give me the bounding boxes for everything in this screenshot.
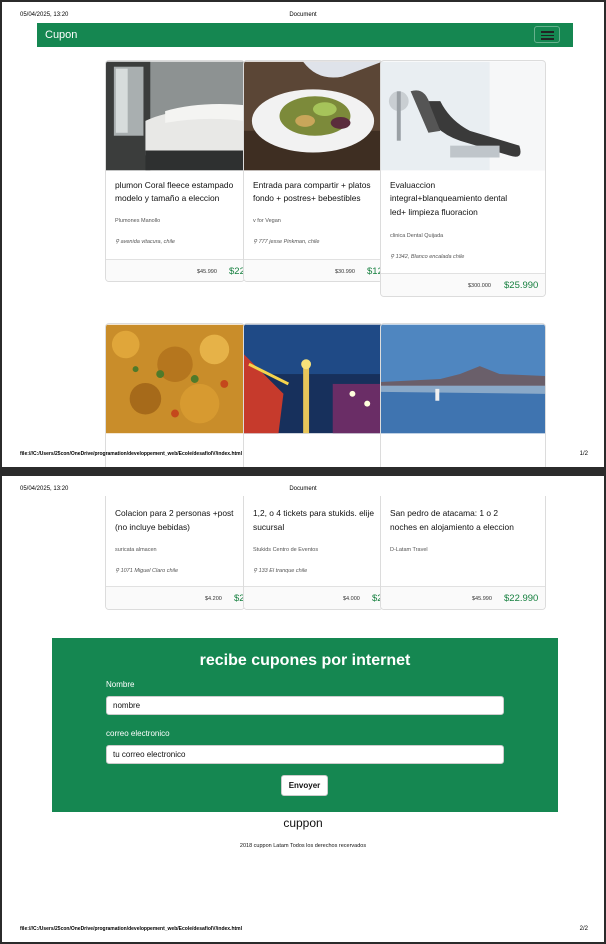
bedroom-photo	[106, 61, 244, 171]
navbar: Cupon	[37, 23, 573, 47]
navbar-brand[interactable]: Cupon	[45, 29, 77, 41]
old-price: $45.990	[197, 269, 217, 275]
card-title[interactable]: plumon Coral fleece estampado	[115, 179, 242, 193]
card-address: ⚲ 777 jesse Pinkman, chile	[253, 239, 319, 245]
card-footer: $30.990 $12	[244, 259, 382, 281]
footer-brand: cuppon	[283, 816, 323, 830]
print-footer-path: file:///C:/Users/25con/OneDrive/programa…	[20, 926, 243, 932]
coupon-card[interactable]: Colacion para 2 personas +post (no inclu…	[105, 496, 245, 610]
old-price: $30.990	[335, 269, 355, 275]
submit-button[interactable]: Envoyer	[281, 775, 328, 796]
card-footer: $4.000 $2	[244, 586, 382, 609]
email-label: correo electronico	[106, 729, 170, 738]
print-page-2: 05/04/2025, 13:20 Document Colacion para…	[2, 476, 604, 942]
new-price: $22.990	[504, 593, 539, 604]
card-address: ⚲ 133 El tranque chile	[253, 568, 307, 574]
coupon-card[interactable]	[105, 323, 245, 467]
card-vendor: clinica Dental Quijada	[390, 233, 444, 239]
coupon-card[interactable]: San pedro de atacama: 1 o 2 noches en al…	[380, 496, 546, 610]
card-title-line-2[interactable]: noches en alojamiento a eleccion	[390, 521, 543, 535]
name-input[interactable]	[106, 696, 504, 715]
card-footer: $4.200 $2	[106, 586, 244, 609]
coupon-card[interactable]: 1,2, o 4 tickets para stukids. elije suc…	[243, 496, 383, 610]
card-footer: $45.990 $22	[106, 259, 244, 281]
lentil-food-photo	[106, 324, 244, 434]
print-title: Document	[289, 12, 317, 18]
card-title-line-2[interactable]: modelo y tamaño a eleccion	[115, 192, 242, 206]
old-price: $4.000	[343, 596, 360, 602]
salad-plate-photo	[244, 61, 382, 171]
card-address: ⚲ avenida vitacura, chile	[115, 239, 175, 245]
newsletter-signup: recibe cupones por internet Nombre corre…	[52, 638, 558, 812]
card-title-line-2[interactable]: integral+blanqueamiento dental	[390, 192, 543, 206]
card-footer: $45.990 $22.990	[381, 586, 545, 609]
coupon-card[interactable]: plumon Coral fleece estampado modelo y t…	[105, 60, 245, 282]
name-label: Nombre	[106, 680, 135, 689]
coupon-card[interactable]	[243, 323, 383, 467]
atacama-lake-photo	[381, 324, 545, 434]
card-title-line-3[interactable]: led+ limpieza fluoracion	[390, 206, 543, 220]
footer-copyright: 2018 cuppon Latam Todos los derechos rec…	[239, 843, 367, 849]
card-title[interactable]: Entrada para compartir + platos	[253, 179, 380, 193]
card-address-text: avenida vitacura, chile	[120, 239, 175, 245]
card-address: ⚲ 1071 Miguel Claro chile	[115, 568, 178, 574]
print-page-number: 2/2	[579, 926, 588, 932]
email-input[interactable]	[106, 745, 504, 764]
card-title[interactable]: Evaluaccion	[390, 179, 543, 193]
card-title[interactable]: 1,2, o 4 tickets para stukids. elije	[253, 507, 380, 521]
dentist-chair-photo	[381, 61, 545, 171]
coupon-card[interactable]	[380, 323, 546, 467]
hamburger-icon-line	[541, 38, 554, 40]
print-page-1: 05/04/2025, 13:20 Document Cupon plumon …	[2, 2, 604, 467]
signup-heading: recibe cupones por internet	[199, 652, 411, 669]
hamburger-icon-line	[541, 34, 554, 36]
coupon-card[interactable]: Entrada para compartir + platos fondo + …	[243, 60, 383, 282]
print-page-number: 1/2	[579, 451, 588, 457]
new-price: $25.990	[504, 280, 539, 291]
card-address-text: 777 jesse Pinkman, chile	[258, 239, 320, 245]
card-footer: $300.000 $25.990	[381, 273, 545, 296]
amusement-park-photo	[244, 324, 382, 434]
card-title[interactable]: San pedro de atacama: 1 o 2	[390, 507, 543, 521]
card-title[interactable]: Colacion para 2 personas +post	[115, 507, 242, 521]
card-title-line-2[interactable]: fondo + postres+ bebestibles	[253, 192, 380, 206]
old-price: $300.000	[468, 283, 491, 289]
card-title-line-2[interactable]: (no incluye bebidas)	[115, 521, 242, 535]
card-address-text: 1342, Blanco encalada chile	[395, 254, 465, 260]
coupon-card[interactable]: Evaluaccion integral+blanqueamiento dent…	[380, 60, 546, 297]
old-price: $4.200	[205, 596, 222, 602]
card-vendor: v for Vegan	[253, 218, 281, 224]
card-address: ⚲ 1342, Blanco encalada chile	[390, 254, 464, 260]
print-title: Document	[289, 486, 317, 492]
card-vendor: Plumones Manollo	[115, 218, 161, 224]
card-address-text: 133 El tranque chile	[258, 568, 308, 574]
hamburger-icon	[541, 31, 554, 33]
card-vendor: Stukids Centro de Eventos	[253, 547, 319, 553]
old-price: $45.990	[472, 596, 492, 602]
navbar-toggler-button[interactable]	[534, 26, 560, 43]
card-address-text: 1071 Miguel Claro chile	[120, 568, 179, 574]
card-title-line-2[interactable]: sucursal	[253, 521, 380, 535]
print-footer-path: file:///C:/Users/25con/OneDrive/programa…	[20, 451, 243, 457]
card-vendor: D-Latam Travel	[390, 547, 428, 553]
card-vendor: suricata almacen	[115, 547, 157, 553]
